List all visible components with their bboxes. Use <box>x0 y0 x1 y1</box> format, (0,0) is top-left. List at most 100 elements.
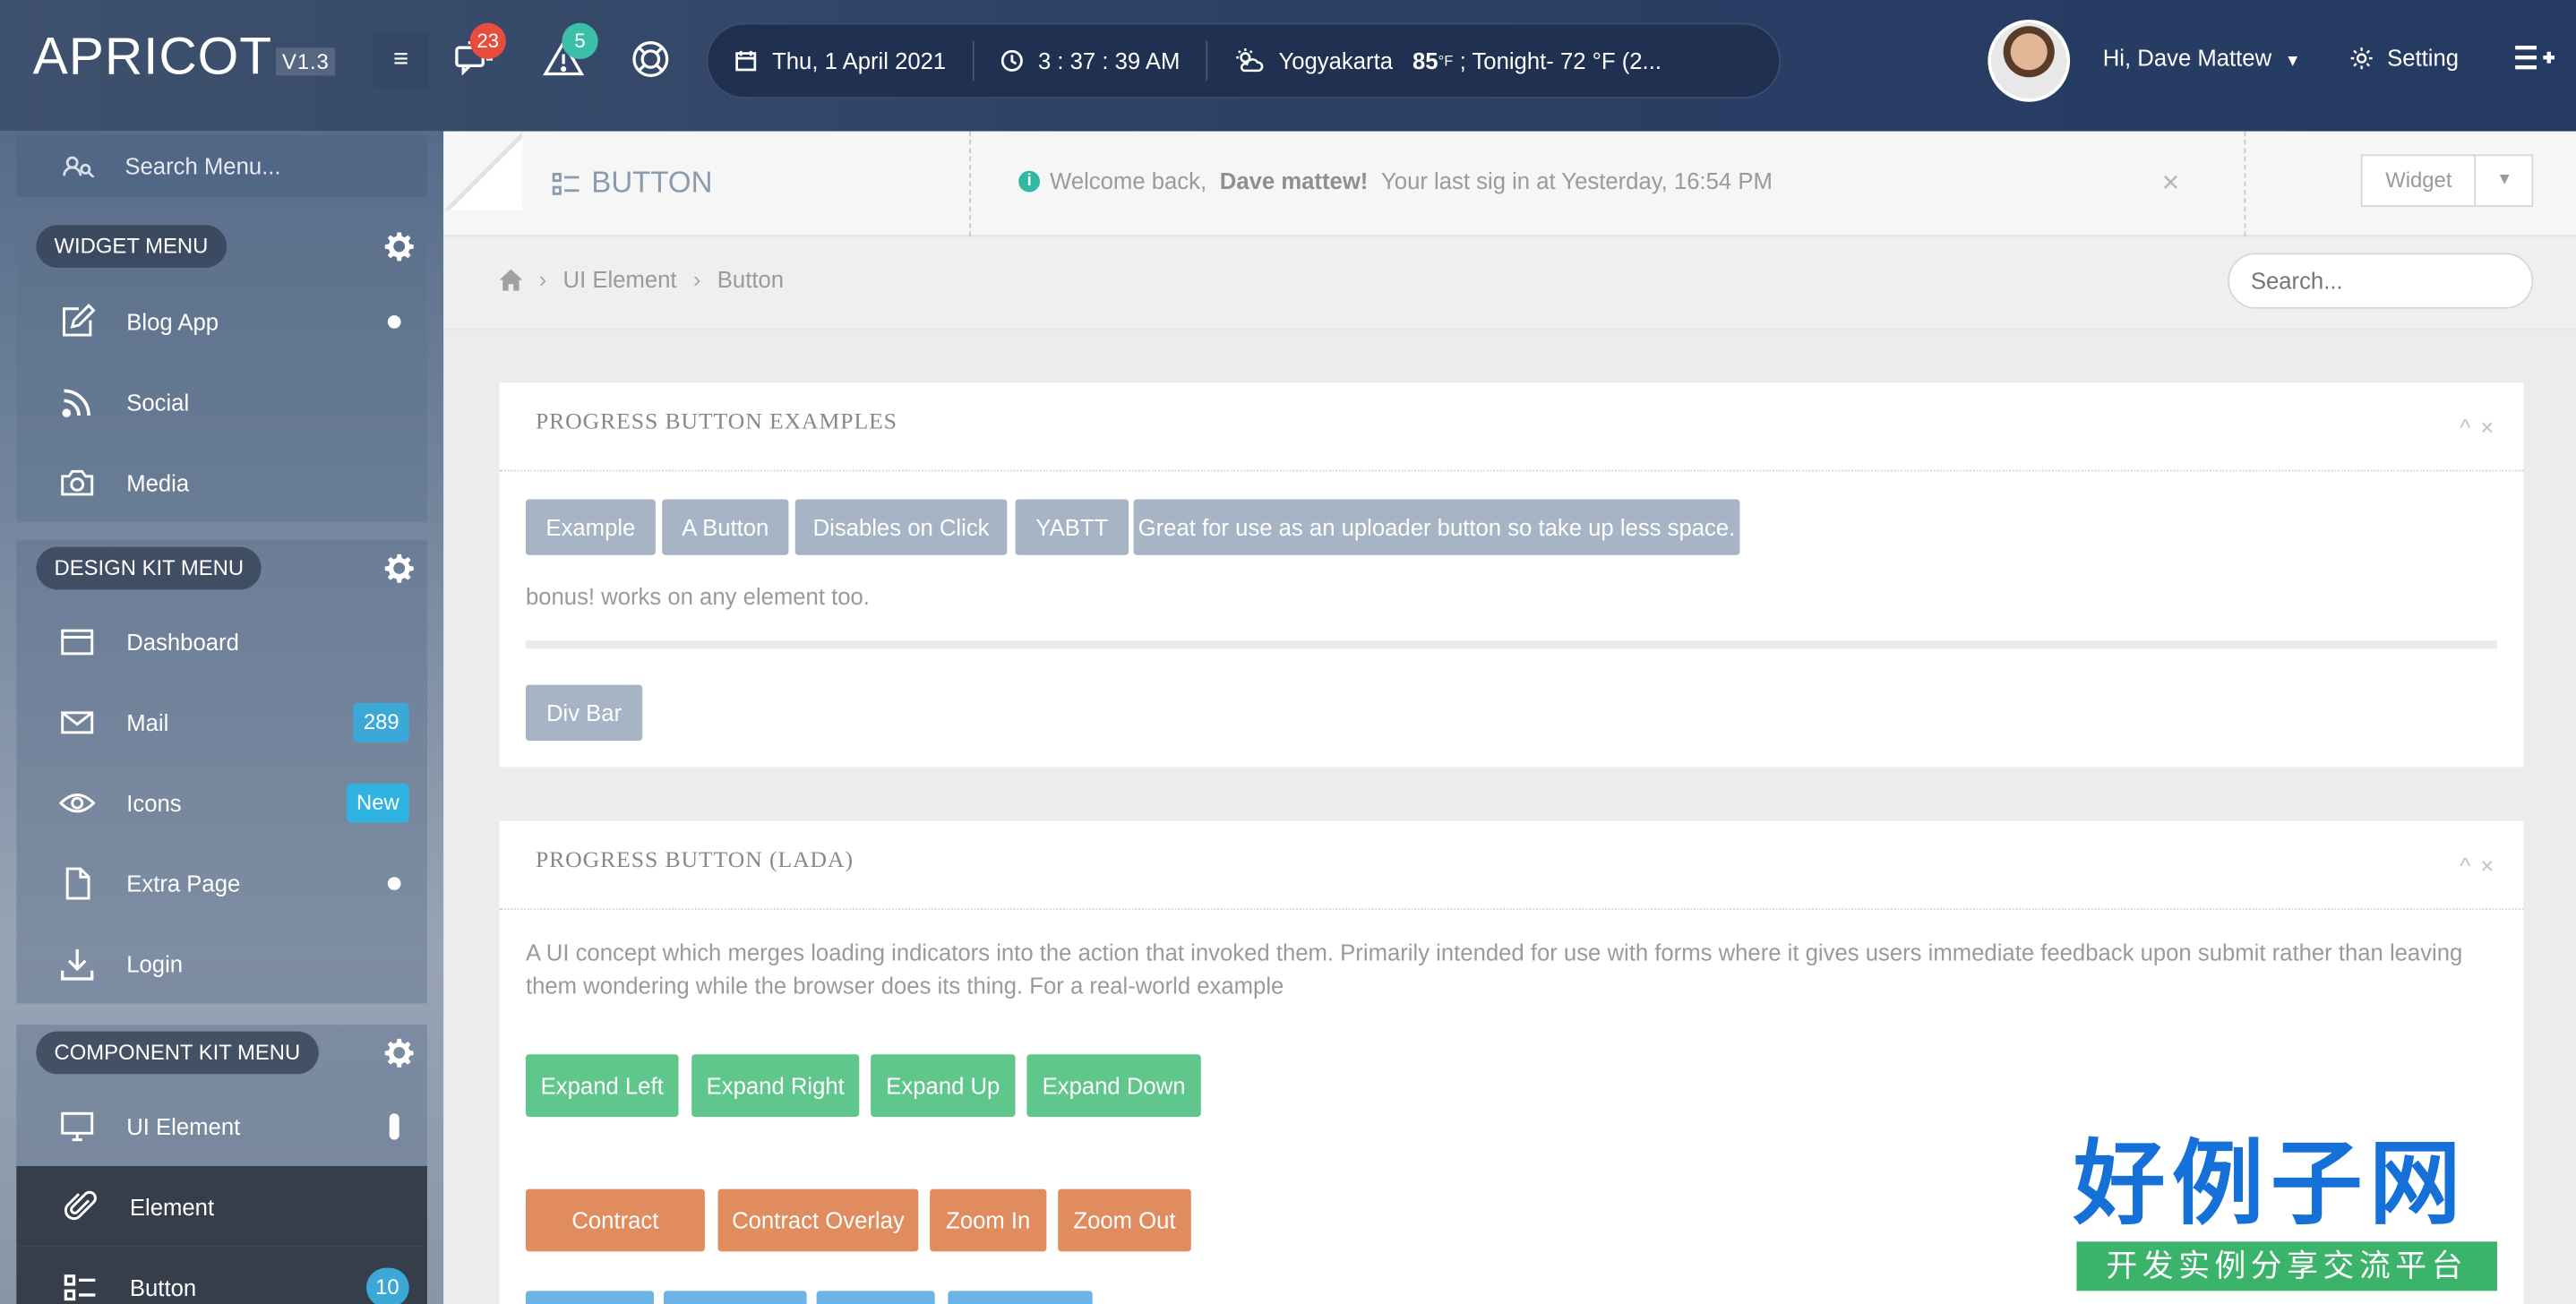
messages-button[interactable]: 23 <box>451 22 506 82</box>
rss-icon <box>62 388 90 417</box>
brand-name: APRICOT <box>32 26 272 86</box>
breadcrumb-button: Button <box>717 266 785 293</box>
sidebar-item-ui-element[interactable]: UI Element <box>16 1085 427 1166</box>
chevron-down-icon[interactable]: ▼ <box>2477 156 2532 205</box>
sidebar-item-login[interactable]: Login <box>16 923 427 1004</box>
blue-button[interactable] <box>948 1291 1093 1304</box>
progress-button-examples-card: PROGRESS BUTTON EXAMPLES ^× Example A Bu… <box>499 382 2524 768</box>
divider <box>969 131 972 237</box>
collapse-icon[interactable]: ^ <box>2460 853 2480 879</box>
search-input[interactable] <box>2228 253 2534 309</box>
file-icon <box>65 866 90 899</box>
contract-button[interactable]: Contract <box>525 1188 705 1252</box>
design-menu-gear-icon[interactable] <box>384 553 414 583</box>
sidebar-item-label: Mail <box>126 708 169 735</box>
contract-overlay-button[interactable]: Contract Overlay <box>717 1188 919 1252</box>
blue-button[interactable] <box>816 1291 935 1304</box>
close-icon[interactable]: × <box>2480 853 2503 879</box>
close-welcome-icon[interactable]: × <box>2162 166 2179 201</box>
add-panel-button[interactable] <box>2512 39 2555 85</box>
mail-count-badge: 289 <box>353 701 409 742</box>
search-menu-placeholder: Search Menu... <box>125 152 281 179</box>
widget-dropdown[interactable]: Widget ▼ <box>2360 154 2535 208</box>
sidebar-item-label: UI Element <box>126 1112 241 1139</box>
clock-icon <box>1000 49 1023 72</box>
sidebar-item-element[interactable]: Element <box>16 1165 427 1247</box>
top-header: APRICOT V1.3 ≡ 23 5 Thu, 1 April 2021 3 … <box>0 0 2576 132</box>
breadcrumb-ui-element[interactable]: UI Element <box>563 266 677 292</box>
expand-right-button[interactable]: Expand Right <box>691 1054 860 1117</box>
zoom-out-button[interactable]: Zoom Out <box>1058 1188 1191 1252</box>
blue-button[interactable] <box>525 1291 655 1304</box>
status-dot <box>387 314 401 328</box>
uploader-button[interactable]: Great for use as an uploader button so t… <box>1133 499 1740 555</box>
alerts-button[interactable]: 5 <box>540 22 598 82</box>
sidebar-item-blog-app[interactable]: Blog App <box>16 281 427 362</box>
mail-icon <box>61 710 94 734</box>
expand-down-button[interactable]: Expand Down <box>1026 1054 1201 1117</box>
sidebar-item-media[interactable]: Media <box>16 442 427 522</box>
card-title: PROGRESS BUTTON (LADA) <box>535 849 854 874</box>
camera-icon <box>61 468 94 495</box>
search-menu-input[interactable]: Search Menu... <box>16 134 427 198</box>
blue-button[interactable] <box>664 1291 807 1304</box>
sidebar-item-label: Media <box>126 468 190 495</box>
caret-down-icon: ▼ <box>2284 52 2301 71</box>
user-menu[interactable]: Hi, Dave Mattew ▼ <box>2103 45 2301 71</box>
setting-button[interactable]: Setting <box>2349 45 2459 71</box>
design-menu-header: DESIGN KIT MENU <box>36 546 262 590</box>
status-dot <box>387 876 401 889</box>
home-icon[interactable] <box>499 268 523 290</box>
weather-unit: °F <box>1438 52 1454 70</box>
expand-up-button[interactable]: Expand Up <box>871 1054 1016 1117</box>
div-bar-button[interactable]: Div Bar <box>525 684 643 742</box>
sidebar-item-label: Dashboard <box>126 628 239 655</box>
sidebar-item-mail[interactable]: Mail 289 <box>16 682 427 762</box>
sidebar-toggle-button[interactable]: ≡ <box>373 32 429 90</box>
list-icon <box>552 172 580 194</box>
eye-icon <box>59 793 96 812</box>
sidebar: Search Menu... WIDGET MENU Blog App Soci… <box>0 131 444 1304</box>
sidebar-item-button[interactable]: Button 10 <box>16 1246 427 1304</box>
disables-on-click-button[interactable]: Disables on Click <box>794 499 1008 555</box>
card-tools: ^× <box>2460 853 2503 879</box>
sidebar-item-icons[interactable]: Icons New <box>16 762 427 843</box>
divider <box>2244 131 2246 237</box>
download-icon <box>61 948 94 980</box>
component-menu-gear-icon[interactable] <box>384 1038 414 1068</box>
support-button[interactable] <box>628 36 674 82</box>
watermark-sub-text: 开发实例分享交流平台 <box>2076 1241 2497 1291</box>
sidebar-item-label: Social <box>126 388 190 416</box>
sidebar-item-label: Icons <box>126 789 182 816</box>
close-icon[interactable]: × <box>2480 414 2503 440</box>
component-menu-header: COMPONENT KIT MENU <box>36 1031 319 1075</box>
sidebar-item-social[interactable]: Social <box>16 361 427 442</box>
zoom-in-button[interactable]: Zoom In <box>930 1188 1047 1252</box>
avatar[interactable] <box>1988 20 2071 102</box>
sidebar-item-label: Element <box>129 1193 215 1220</box>
collapse-icon[interactable]: ^ <box>2460 414 2480 440</box>
setting-label: Setting <box>2387 44 2460 71</box>
welcome-name: Dave mattew! <box>1219 167 1369 194</box>
date-display: Thu, 1 April 2021 <box>708 41 973 81</box>
paperclip-icon <box>64 1189 97 1220</box>
card-tools: ^× <box>2460 414 2503 440</box>
weather-tonight: ; Tonight- 72 °F (2... <box>1459 47 1662 74</box>
main-content: BUTTON i Welcome back, Dave mattew! Your… <box>443 131 2576 1304</box>
time-text: 3 : 37 : 39 AM <box>1037 47 1181 74</box>
time-display: 3 : 37 : 39 AM <box>972 40 1206 81</box>
expand-left-button[interactable]: Expand Left <box>525 1054 679 1117</box>
user-greeting: Hi, Dave Mattew <box>2102 44 2272 71</box>
yabtt-button[interactable]: YABTT <box>1015 499 1129 555</box>
sidebar-item-extra-page[interactable]: Extra Page <box>16 843 427 923</box>
progress-track <box>525 640 2497 649</box>
a-button[interactable]: A Button <box>662 499 789 555</box>
sidebar-item-dashboard[interactable]: Dashboard <box>16 601 427 682</box>
sidebar-item-label: Extra Page <box>126 869 241 896</box>
example-button[interactable]: Example <box>525 499 656 555</box>
card-divider <box>499 469 2524 472</box>
watermark-main-text: 好例子网 <box>2073 1131 2468 1239</box>
brand-logo[interactable]: APRICOT V1.3 <box>32 26 337 87</box>
widget-menu-gear-icon[interactable] <box>384 232 414 262</box>
button-count-badge: 10 <box>365 1266 409 1304</box>
